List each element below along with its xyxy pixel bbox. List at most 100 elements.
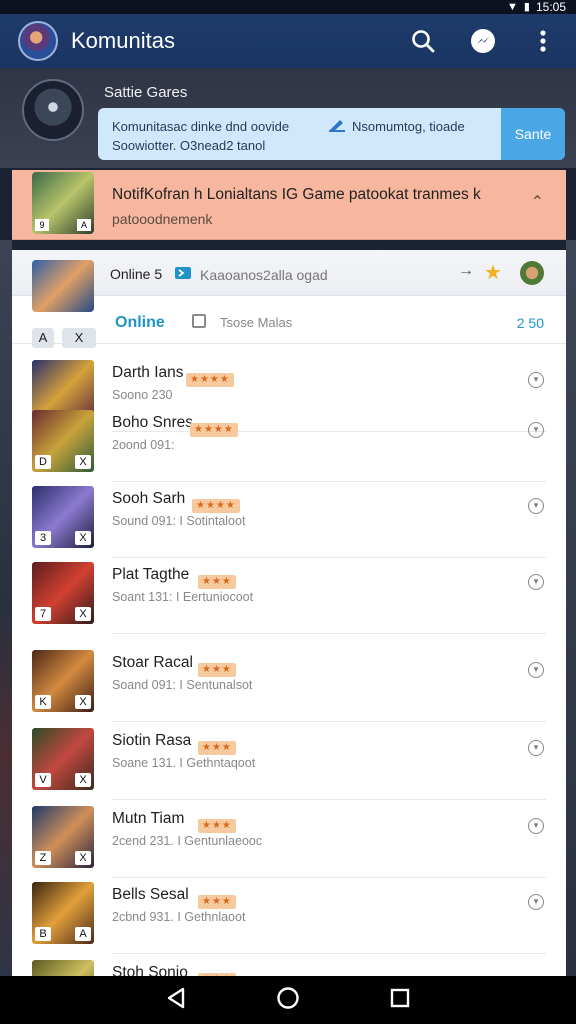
item-name: Mutn Tiam: [112, 810, 185, 827]
promo-banner[interactable]: Komunitasac dinke dnd oovide Nsomumtog, …: [98, 108, 565, 160]
row-divider: [112, 877, 546, 878]
game-thumbnail: 7X: [32, 562, 94, 624]
thumb-badge: 9: [35, 219, 49, 231]
thumb-badge: 3: [35, 531, 51, 545]
background-left: [0, 240, 12, 976]
list-item[interactable]: 3 X Sooh Sarh ★★★★ Sound 091: I Sotintaloot ▾: [12, 486, 566, 558]
item-meta: Soant 131: I Eertuniocoot: [112, 590, 254, 604]
item-name: Stoh Sonio: [112, 964, 188, 976]
clock: 15:05: [535, 0, 566, 14]
item-name: Darth Ians: [112, 364, 184, 381]
notification-banner[interactable]: 9 A NotifKofran h Lonialtans IG Game pat…: [12, 170, 566, 240]
user-avatar[interactable]: [520, 261, 544, 285]
thumb-badge: X: [75, 607, 91, 621]
thumb-badge: B: [35, 927, 51, 941]
app-bar: Komunitas: [0, 14, 576, 68]
item-meta: 2oond 091:: [112, 438, 175, 452]
thumb-badge: V: [35, 773, 51, 787]
row-divider: [112, 799, 546, 800]
back-icon[interactable]: [165, 986, 187, 1015]
promo-line1-right: Nsomumtog, tioade: [352, 119, 465, 134]
view-toggles: A X: [32, 328, 96, 348]
rating-stars: ★★★: [198, 895, 236, 909]
star-icon[interactable]: ★: [484, 260, 502, 285]
thumb-badge: A: [75, 927, 91, 941]
info-icon[interactable]: ▾: [528, 574, 544, 590]
promo-line2: Soowiotter. O3nead2 tanol: [112, 138, 266, 153]
info-icon[interactable]: ▾: [528, 372, 544, 388]
rating-stars: ★★★: [198, 663, 236, 677]
game-thumbnail: [32, 960, 94, 976]
item-meta: Soane 131. I Gethntaqoot: [112, 756, 256, 770]
game-thumbnail: 3X: [32, 486, 94, 548]
item-name: Siotin Rasa: [112, 732, 192, 749]
info-icon[interactable]: ▾: [528, 894, 544, 910]
notification-title: NotifKofran h Lonialtans IG Game patooka…: [112, 186, 481, 203]
info-icon[interactable]: ▾: [528, 662, 544, 678]
row-divider: [112, 557, 546, 558]
list-search-text: Kaaoanos2alla ogad: [200, 266, 328, 283]
app-avatar[interactable]: [18, 21, 58, 61]
toggle-x[interactable]: X: [62, 328, 96, 348]
thumb-badge: X: [75, 851, 91, 865]
wifi-icon: ▼: [507, 1, 518, 13]
recents-icon[interactable]: [389, 987, 411, 1014]
promo-button[interactable]: Sante: [501, 108, 565, 160]
filter-online-tab[interactable]: Online: [115, 314, 165, 332]
list-item[interactable]: Z X Mutn Tiam ★★★ 2cend 231. I Gentunlaeooc ▾: [12, 806, 566, 878]
list-item[interactable]: B A Bells Sesal ★★★ 2cbnd 931. I Gethnlaoot ▾: [12, 882, 566, 954]
share-arrow-icon[interactable]: →: [458, 262, 474, 280]
row-divider: [112, 633, 546, 634]
info-icon[interactable]: ▾: [528, 498, 544, 514]
list-header: Online 5 Kaaoanos2alla ogad → ★: [12, 250, 566, 296]
filter-checkbox[interactable]: [192, 314, 206, 328]
tag-icon: [174, 265, 192, 284]
more-vert-icon[interactable]: [530, 28, 556, 54]
item-name: Bells Sesal: [112, 886, 189, 903]
list-item[interactable]: K X Stoar Racal ★★★ Soand 091: I Sentunalsot…: [12, 650, 566, 722]
item-meta: Soono 230: [112, 388, 173, 402]
thumb-badge: Z: [35, 851, 51, 865]
row-divider: [112, 953, 546, 954]
item-name: Sooh Sarh: [112, 490, 186, 507]
filter-checkbox-label: Tsose Malas: [220, 315, 293, 330]
home-icon[interactable]: [276, 986, 300, 1015]
game-thumbnail: KX: [32, 650, 94, 712]
info-icon[interactable]: ▾: [528, 740, 544, 756]
rating-stars: ★★★: [198, 819, 236, 833]
rating-stars: ★★★: [198, 575, 236, 589]
rating-stars: ★★★: [198, 741, 236, 755]
list-search[interactable]: Kaaoanos2alla ogad: [174, 265, 328, 284]
info-icon[interactable]: ▾: [528, 422, 544, 438]
game-thumbnail: DX: [32, 410, 94, 472]
list-item[interactable]: 7 X Plat Tagthe ★★★ Soant 131: I Eertuniocoo…: [12, 562, 566, 634]
thumb-badge: X: [75, 773, 91, 787]
search-icon[interactable]: [410, 28, 436, 54]
group-avatar[interactable]: [22, 79, 84, 141]
list-item[interactable]: D X Boho Snres ★★★★ 2oond 091: ▾: [12, 410, 566, 482]
row-divider: [112, 481, 546, 482]
info-icon[interactable]: ▾: [528, 818, 544, 834]
member-list-card: Online 5 Kaaoanos2alla ogad → ★ Online T…: [12, 250, 566, 976]
background-right: [566, 240, 576, 976]
row-divider: [112, 721, 546, 722]
chevron-up-icon[interactable]: ⌃: [531, 192, 544, 212]
status-bar: ▼ ▮ 15:05: [0, 0, 576, 14]
item-name: Boho Snres: [112, 414, 193, 431]
system-nav-bar: [0, 976, 576, 1024]
thumb-badge: X: [75, 455, 91, 469]
rating-stars: ★★★★: [186, 373, 234, 387]
member-count: 2 50: [516, 315, 544, 331]
battery-icon: ▮: [523, 1, 530, 13]
thumb-badge: D: [35, 455, 51, 469]
item-meta: Soand 091: I Sentunalsot: [112, 678, 253, 692]
list-item[interactable]: V X Siotin Rasa ★★★ Soane 131. I Gethntaqoot…: [12, 728, 566, 800]
item-name: Plat Tagthe: [112, 566, 190, 583]
edit-icon: [328, 118, 346, 135]
game-thumbnail: VX: [32, 728, 94, 790]
item-meta: Sound 091: I Sotintaloot: [112, 514, 246, 528]
list-item[interactable]: Stoh Sonio★★★: [12, 960, 566, 976]
toggle-a[interactable]: A: [32, 328, 54, 348]
item-name: Stoar Racal: [112, 654, 193, 671]
messenger-icon[interactable]: [470, 28, 496, 54]
